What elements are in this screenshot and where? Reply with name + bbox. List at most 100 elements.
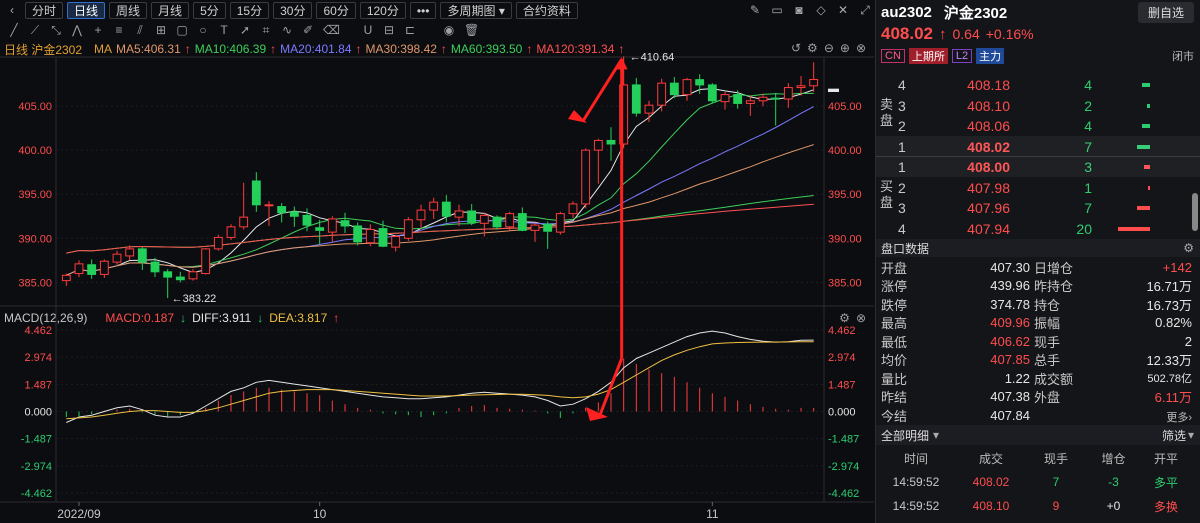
- delete-favorite-button[interactable]: 删自选: [1137, 1, 1194, 23]
- macd-tick-left: 0.000: [24, 407, 52, 419]
- stat-value: 407.38: [990, 389, 1030, 405]
- price-tick-left: 400.00: [18, 145, 52, 157]
- tag-l2: L2: [951, 49, 973, 63]
- panel-title: 盘口数据: [881, 241, 930, 256]
- macd-tick-left: -1.487: [21, 434, 52, 446]
- bid-row[interactable]: 3 407.96 7: [898, 198, 1198, 219]
- contract-code: au2302: [881, 3, 932, 21]
- ticks-columns: 时间 成交 现手 增仓 开平: [876, 447, 1200, 469]
- level-price: 408.06: [967, 118, 1010, 135]
- level-num: 3: [898, 97, 906, 114]
- price-tick-right: 385.00: [828, 277, 862, 289]
- ask-row[interactable]: 1 408.02 7: [898, 137, 1198, 158]
- volume-bar: [1142, 83, 1150, 88]
- stat-label: 昨结: [881, 390, 908, 406]
- level-volume: 7: [1084, 138, 1092, 155]
- macd-tick-right: -1.487: [828, 434, 859, 446]
- ticks-title[interactable]: 全部明细: [881, 427, 929, 444]
- candle-body: [695, 79, 705, 86]
- level-num: 4: [898, 77, 906, 94]
- level-num: 2: [898, 118, 906, 135]
- candle-body: [707, 84, 717, 102]
- tick-row: 14:59:52 408.10 9 +0 多换: [876, 494, 1200, 518]
- macd-tick-right: 0.000: [828, 407, 856, 419]
- macd-tick-right: 2.974: [828, 352, 856, 364]
- stat-label: 最低: [881, 334, 908, 350]
- tick-cell: -3: [1108, 475, 1119, 489]
- filter-button[interactable]: 筛选: [1162, 427, 1186, 444]
- stat-value: 6.11万: [1154, 390, 1192, 406]
- candle-body: [365, 228, 375, 244]
- macd-tick-left: 4.462: [24, 325, 52, 337]
- kline-chart[interactable]: 405.00 405.00 400.00 400.00 395.00 395.00 390.…: [0, 0, 874, 523]
- price-row: 408.02 ↑ 0.64 +0.16%: [876, 24, 1200, 44]
- tag-row: CN 上期所 L2 主力 闭市: [876, 44, 1200, 68]
- level-price: 408.02: [967, 138, 1010, 155]
- candle-body: [99, 260, 109, 275]
- macd-tick-left: 1.487: [24, 379, 52, 391]
- stat-label: 振幅: [1034, 316, 1061, 332]
- trend-arrow-line: [581, 58, 623, 122]
- candle-body: [163, 271, 173, 278]
- more-link[interactable]: 更多›: [1166, 409, 1192, 425]
- stat-value: 16.71万: [1146, 279, 1192, 295]
- candle-body: [175, 276, 185, 281]
- candle-body: [593, 139, 603, 151]
- tag-main: 主力: [976, 48, 1005, 64]
- dropdown-icon[interactable]: ▾: [1188, 428, 1194, 442]
- orderbook: 卖盘 买盘 4 408.18 4 3 408.10 2 2 408.06 4 1 408.02 7 1…: [876, 75, 1200, 237]
- candle-body: [264, 204, 274, 207]
- bid-row[interactable]: 2 407.98 1: [898, 178, 1198, 199]
- stat-label: 持仓: [1034, 297, 1061, 313]
- bid-levels: 1 408.00 3 2 407.98 1 3 407.96 7 4 407.94 20: [876, 157, 1200, 240]
- stat-label: 总手: [1034, 353, 1061, 369]
- price-change: 0.64: [952, 26, 980, 42]
- candle-body: [809, 78, 819, 87]
- level-num: 4: [898, 220, 906, 237]
- candle-body: [492, 216, 502, 228]
- ask-levels: 4 408.18 4 3 408.10 2 2 408.06 4 1 408.02 7: [876, 75, 1200, 158]
- stat-value: 406.62: [990, 333, 1030, 349]
- level-volume: 20: [1076, 220, 1092, 237]
- candle-body: [137, 248, 147, 263]
- level-volume: 4: [1084, 77, 1092, 94]
- candle-body: [150, 261, 160, 273]
- dropdown-icon[interactable]: ▾: [933, 428, 939, 442]
- scrollbar[interactable]: [1192, 193, 1198, 231]
- up-arrow-icon: ↑: [939, 25, 947, 43]
- stats-row: 开盘 407.30 日增仓 +142: [876, 258, 1200, 277]
- stat-value: 2: [1184, 333, 1192, 349]
- market-status: 闭市: [1172, 51, 1194, 63]
- stat-value: 407.85: [990, 352, 1030, 368]
- candle-body: [796, 85, 806, 89]
- stat-label: 开盘: [881, 260, 908, 276]
- settings-icon[interactable]: ⚙: [1183, 241, 1194, 255]
- panel-header: 盘口数据 ⚙: [876, 239, 1200, 257]
- candle-body: [454, 210, 464, 218]
- quote-panel: au2302 沪金2302 删自选 408.02 ↑ 0.64 +0.16% C…: [875, 0, 1200, 523]
- buy-label: 买盘: [880, 179, 894, 210]
- bid-row[interactable]: 1 408.00 3: [898, 157, 1198, 178]
- level-num: 1: [898, 138, 906, 155]
- candle-body: [289, 211, 299, 217]
- candle-body: [74, 263, 84, 275]
- macd-tick-right: 4.462: [828, 325, 856, 337]
- x-label: 10: [313, 507, 327, 521]
- ask-row[interactable]: 2 408.06 4: [898, 116, 1198, 137]
- tick-cell: 408.02: [972, 475, 1010, 489]
- price-tick-left: 390.00: [18, 233, 52, 245]
- ma-line: [66, 203, 814, 254]
- level-num: 3: [898, 200, 906, 217]
- bid-row[interactable]: 4 407.94 20: [898, 219, 1198, 240]
- candle-body: [112, 253, 122, 263]
- ask-row[interactable]: 3 408.10 2: [898, 96, 1198, 117]
- ask-row[interactable]: 4 408.18 4: [898, 75, 1198, 96]
- contract-name: 沪金2302: [943, 4, 1008, 22]
- stats-row: 跌停 374.78 持仓 16.73万: [876, 295, 1200, 314]
- candle-body: [87, 264, 97, 275]
- candle-body: [733, 94, 743, 104]
- candle-body: [315, 227, 325, 231]
- stat-label: 昨持仓: [1034, 279, 1074, 295]
- tick-cell: +0: [1106, 499, 1121, 513]
- tick-cell: 14:59:52: [892, 499, 940, 513]
